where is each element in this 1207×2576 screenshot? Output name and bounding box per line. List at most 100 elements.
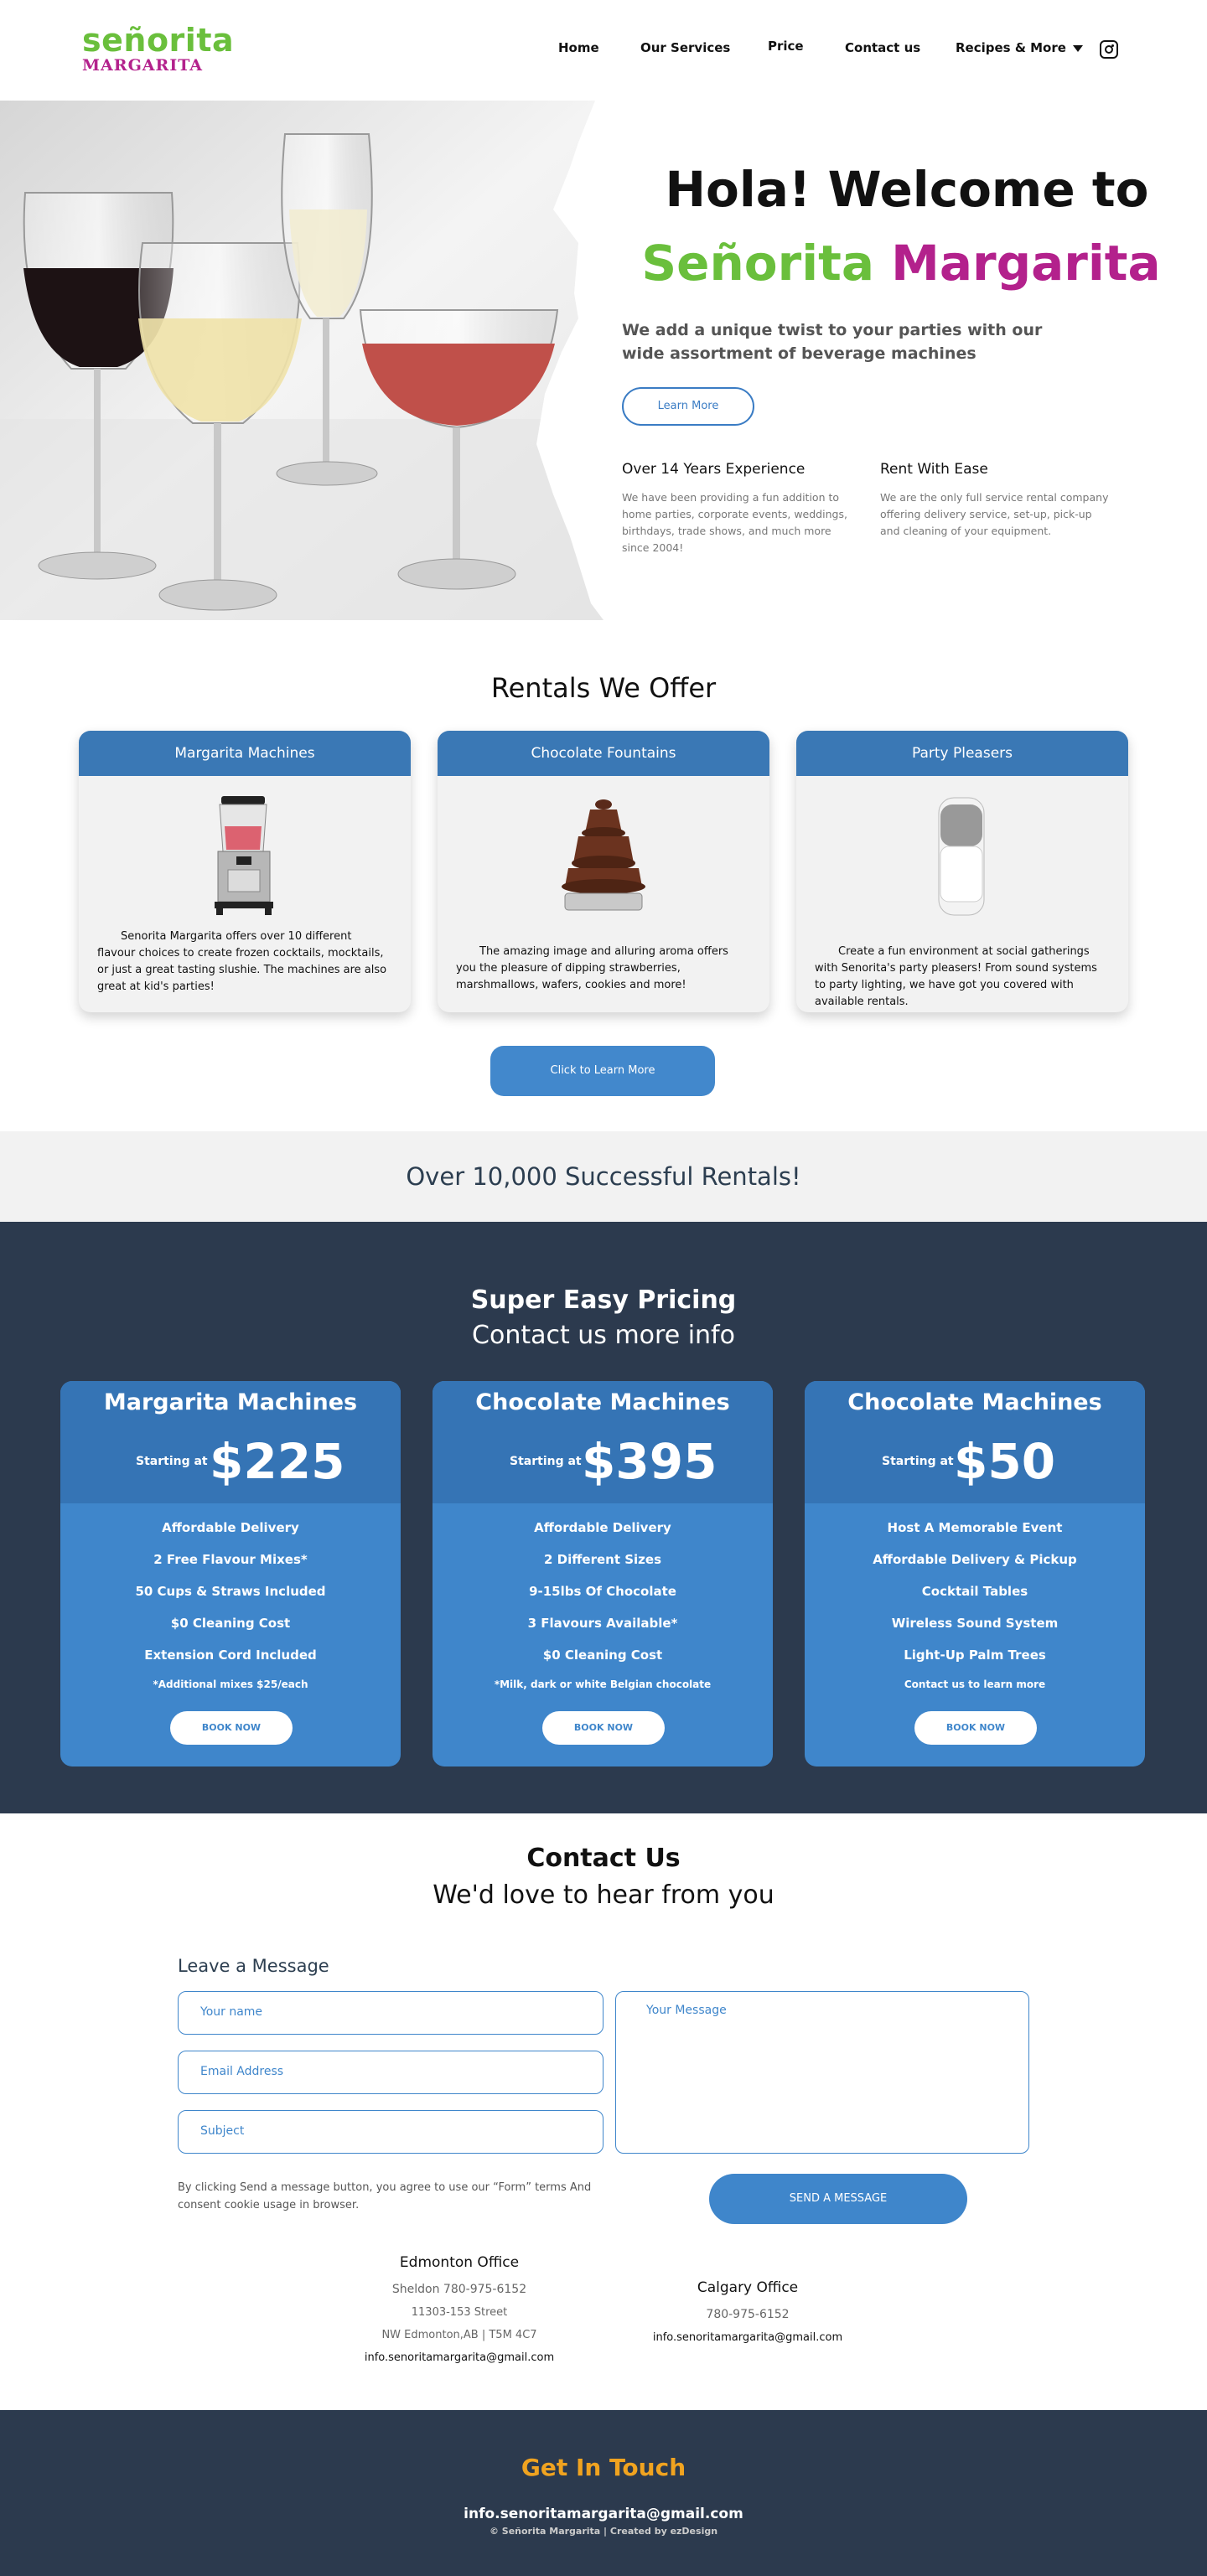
- site-logo[interactable]: señorita MARGARITA: [82, 22, 235, 75]
- nav-contact-us[interactable]: Contact us: [845, 40, 920, 55]
- subject-field[interactable]: Subject: [178, 2110, 604, 2154]
- office-email[interactable]: info.senoritamargarita@gmail.com: [614, 2331, 882, 2344]
- price-card-name: Chocolate Machines: [847, 1389, 1102, 1415]
- nav-recipes-more[interactable]: Recipes & More: [956, 40, 1083, 55]
- card-text: Create a fun environment at social gathe…: [815, 945, 1097, 1008]
- rentals-title: Rentals We Offer: [490, 672, 717, 704]
- footer-copyright: © Señorita Margarita | Created by ezDesi…: [489, 2526, 718, 2537]
- office-city: NW Edmonton,AB | T5M 4C7: [381, 2329, 537, 2341]
- price-feature-list: Host A Memorable Event Affordable Delive…: [805, 1512, 1145, 1698]
- starting-at-label: Starting at: [510, 1455, 582, 1468]
- nav-home[interactable]: Home: [558, 40, 599, 55]
- card-text: Senorita Margarita offers over 10 differ…: [97, 930, 387, 993]
- price-feature: Affordable Delivery: [534, 1520, 671, 1535]
- feature-text: We are the only full service rental comp…: [880, 491, 1109, 537]
- footer-email[interactable]: info.senoritamargarita@gmail.com: [0, 2506, 1207, 2522]
- hero-subtitle: We add a unique twist to your parties wi…: [622, 321, 1043, 363]
- learn-more-button[interactable]: Learn More: [622, 387, 754, 426]
- starting-at-label: Starting at: [882, 1455, 954, 1468]
- office-name: Edmonton Office: [399, 2254, 520, 2271]
- nav-our-services[interactable]: Our Services: [640, 40, 730, 55]
- contact-title: Contact Us: [526, 1844, 681, 1873]
- hero-title-magenta: Margarita: [891, 235, 1161, 292]
- stat-text: Over 10,000 Successful Rentals!: [406, 1162, 801, 1191]
- price-value: $395: [582, 1433, 717, 1490]
- hero-title-line1: Hola! Welcome to: [665, 161, 1149, 218]
- price-feature: Light-Up Palm Trees: [904, 1648, 1046, 1663]
- speaker-image: [932, 793, 991, 918]
- click-to-learn-more-button[interactable]: Click to Learn More: [490, 1046, 715, 1096]
- office-phone: Sheldon 780-975-6152: [391, 2283, 527, 2296]
- price-note: Contact us to learn more: [904, 1679, 1046, 1690]
- price-card-chocolate: Chocolate Machines Starting at $395 Affo…: [433, 1381, 773, 1766]
- price-card-header: Chocolate Machines Starting at $50: [805, 1381, 1145, 1503]
- hero-text-panel: Hola! Welcome to Señorita Margarita We a…: [604, 101, 1207, 620]
- instagram-icon[interactable]: [1100, 40, 1118, 59]
- price-card-name: Margarita Machines: [103, 1389, 358, 1415]
- price-feature-list: Affordable Delivery 2 Free Flavour Mixes…: [60, 1512, 401, 1698]
- feature-rent-with-ease: Rent With Ease We are the only full serv…: [880, 461, 1115, 540]
- footer: Get In Touch info.senoritamargarita@gmai…: [0, 2410, 1207, 2576]
- calgary-office: Calgary Office 780-975-6152 info.senorit…: [614, 2279, 882, 2344]
- nav-price[interactable]: Price: [768, 39, 804, 54]
- price-card-margarita: Margarita Machines Starting at $225 Affo…: [60, 1381, 401, 1766]
- feature-title: Over 14 Years Experience: [622, 461, 806, 478]
- edmonton-office: Edmonton Office Sheldon 780-975-6152 113…: [325, 2254, 593, 2364]
- logo-top-text: señorita: [82, 22, 235, 59]
- footer-title: Get In Touch: [521, 2454, 686, 2481]
- price-feature: Wireless Sound System: [891, 1616, 1059, 1631]
- office-email[interactable]: info.senoritamargarita@gmail.com: [325, 2351, 593, 2364]
- price-value: $225: [210, 1433, 345, 1490]
- book-now-button[interactable]: BOOK NOW: [542, 1711, 665, 1745]
- price-feature: 2 Different Sizes: [544, 1552, 661, 1567]
- office-phone: 780-975-6152: [706, 2308, 790, 2321]
- pricing-title: Super Easy Pricing: [470, 1285, 737, 1315]
- price-feature: Host A Memorable Event: [887, 1520, 1063, 1535]
- send-message-button[interactable]: SEND A MESSAGE: [709, 2174, 967, 2224]
- price-note: *Milk, dark or white Belgian chocolate: [494, 1679, 712, 1690]
- price-feature: 9-15lbs Of Chocolate: [529, 1584, 676, 1599]
- price-feature: Affordable Delivery & Pickup: [873, 1552, 1077, 1567]
- price-feature-list: Affordable Delivery 2 Different Sizes 9-…: [433, 1512, 773, 1698]
- card-text: The amazing image and alluring aroma off…: [456, 945, 728, 991]
- top-nav: señorita MARGARITA Home Our Services Pri…: [0, 0, 1207, 101]
- nav-recipes-label: Recipes & More: [956, 40, 1066, 55]
- price-feature: $0 Cleaning Cost: [542, 1648, 663, 1663]
- hero-title-line2: Señorita Margarita: [612, 235, 1190, 292]
- hero-wine-glasses-image: [0, 101, 604, 620]
- price-card-name: Chocolate Machines: [475, 1389, 730, 1415]
- consent-text: By clicking Send a message button, you a…: [178, 2181, 592, 2211]
- price-feature: Cocktail Tables: [921, 1584, 1028, 1599]
- rental-card-chocolate: Chocolate Fountains The amazing image an…: [438, 731, 769, 1012]
- name-field[interactable]: Your name: [178, 1991, 604, 2035]
- pricing-section: Super Easy Pricing Contact us more info …: [0, 1222, 1207, 1813]
- feature-text: We have been providing a fun addition to…: [622, 491, 847, 554]
- card-title: Party Pleasers: [796, 731, 1128, 776]
- price-feature: 50 Cups & Straws Included: [135, 1584, 326, 1599]
- message-field[interactable]: Your Message: [615, 1991, 1029, 2154]
- price-card-party: Chocolate Machines Starting at $50 Host …: [805, 1381, 1145, 1766]
- price-feature: 3 Flavours Available*: [527, 1616, 678, 1631]
- office-name: Calgary Office: [697, 2279, 799, 2296]
- email-field[interactable]: Email Address: [178, 2051, 604, 2094]
- contact-subtitle: We'd love to hear from you: [433, 1880, 774, 1910]
- hero-title-green: Señorita: [641, 235, 874, 292]
- rental-card-party: Party Pleasers Create a fun environment …: [796, 731, 1128, 1012]
- price-card-header: Margarita Machines Starting at $225: [60, 1381, 401, 1503]
- chocolate-fountain-image: [553, 793, 654, 918]
- feature-experience: Over 14 Years Experience We have been pr…: [622, 461, 857, 556]
- starting-at-label: Starting at: [136, 1455, 208, 1468]
- price-feature: 2 Free Flavour Mixes*: [153, 1552, 308, 1567]
- price-card-header: Chocolate Machines Starting at $395: [433, 1381, 773, 1503]
- rental-card-margarita: Margarita Machines Senorita Margarita of…: [79, 731, 411, 1012]
- feature-title: Rent With Ease: [880, 461, 988, 478]
- price-note: *Additional mixes $25/each: [153, 1679, 308, 1690]
- office-street: 11303-153 Street: [411, 2306, 508, 2319]
- pricing-subtitle: Contact us more info: [472, 1321, 735, 1350]
- book-now-button[interactable]: BOOK NOW: [914, 1711, 1037, 1745]
- form-title: Leave a Message: [178, 1956, 329, 1976]
- price-value: $50: [954, 1433, 1056, 1490]
- price-feature: Affordable Delivery: [162, 1520, 299, 1535]
- price-feature: Extension Cord Included: [144, 1648, 317, 1663]
- book-now-button[interactable]: BOOK NOW: [170, 1711, 293, 1745]
